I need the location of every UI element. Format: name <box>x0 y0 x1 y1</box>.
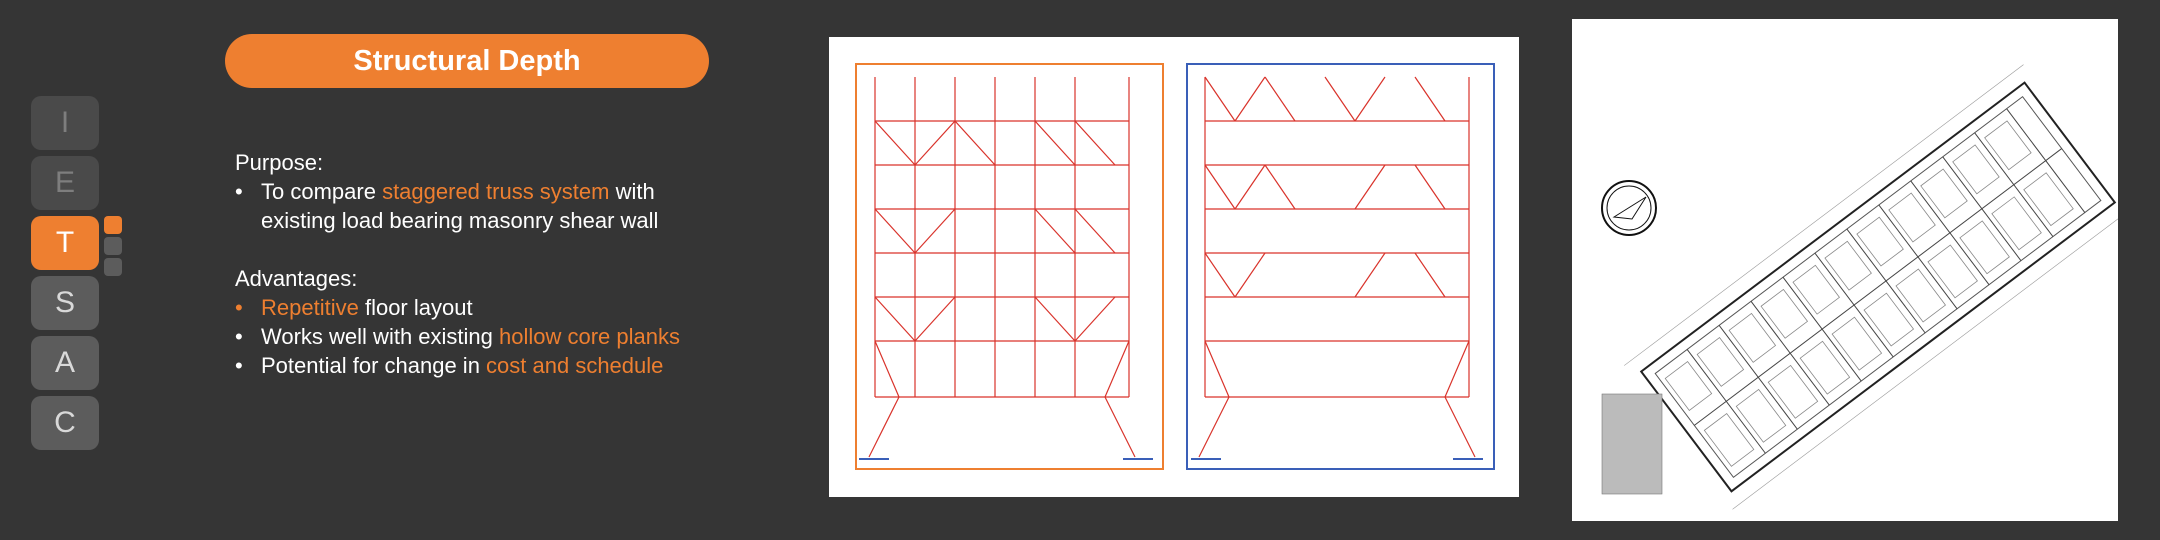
list-item: • To compare staggered truss system with… <box>235 177 680 235</box>
content-text: Purpose: • To compare staggered truss sy… <box>235 148 680 380</box>
bullet-icon: • <box>235 353 243 378</box>
purpose-list: • To compare staggered truss system with… <box>235 177 680 235</box>
purpose-text-line2: existing load bearing masonry shear wall <box>261 208 659 233</box>
floor-plan-figure <box>1572 19 2133 521</box>
bullet-icon: • <box>235 179 243 204</box>
nav-item-s[interactable]: S <box>31 276 99 330</box>
advantage-highlight: hollow core planks <box>499 324 680 349</box>
purpose-text-pre: To compare <box>261 179 383 204</box>
page-title: Structural Depth <box>225 34 709 88</box>
subsection-marker[interactable] <box>104 258 122 276</box>
purpose-highlight: staggered truss system <box>382 179 610 204</box>
advantage-highlight: Repetitive <box>261 295 359 320</box>
subsection-marker-active[interactable] <box>104 216 122 234</box>
bullet-icon: • <box>235 324 243 349</box>
purpose-heading: Purpose: <box>235 150 324 175</box>
floor-plan-drawing <box>1601 64 2133 510</box>
advantage-text: Potential for change in <box>261 353 487 378</box>
section-nav: I E T S A C <box>31 96 99 456</box>
purpose-text-post: with <box>609 179 655 204</box>
truss-elevation-figure <box>829 37 1519 497</box>
advantage-text: Works well with existing <box>261 324 499 349</box>
nav-item-c[interactable]: C <box>31 396 99 450</box>
subsection-marker[interactable] <box>104 237 122 255</box>
bullet-icon: • <box>235 295 243 320</box>
nav-item-t[interactable]: T <box>31 216 99 270</box>
north-arrow-icon <box>1600 179 1658 237</box>
nav-item-a[interactable]: A <box>31 336 99 390</box>
truss-elevation-drawing <box>855 63 1495 470</box>
advantages-heading: Advantages: <box>235 266 358 291</box>
advantage-text: floor layout <box>358 295 473 320</box>
list-item: • Potential for change in cost and sched… <box>235 351 680 380</box>
list-item: • Repetitive floor layout <box>235 293 680 322</box>
list-item: • Works well with existing hollow core p… <box>235 322 680 351</box>
advantage-highlight: cost and schedule <box>486 353 664 378</box>
advantages-list: • Repetitive floor layout • Works well w… <box>235 293 680 380</box>
nav-item-i[interactable]: I <box>31 96 99 150</box>
nav-item-e[interactable]: E <box>31 156 99 210</box>
